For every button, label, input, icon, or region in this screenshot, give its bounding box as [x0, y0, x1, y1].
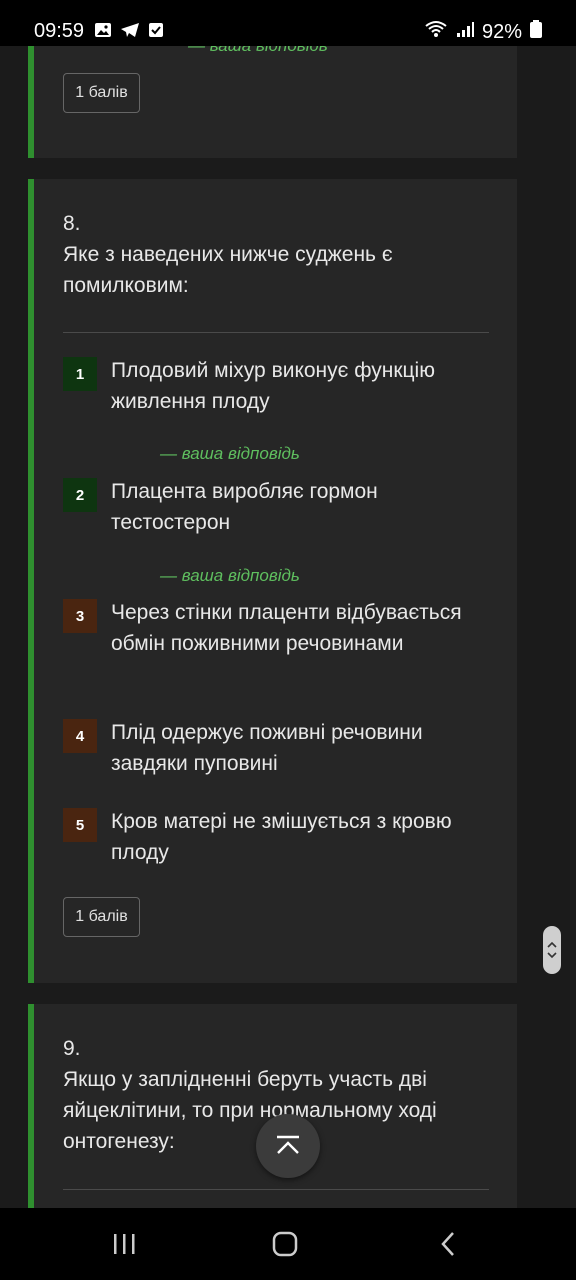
scroll-handle[interactable] — [543, 926, 561, 974]
status-time: 09:59 — [34, 20, 85, 42]
scroll-top-icon — [277, 1135, 299, 1154]
chevron-down-icon — [547, 952, 557, 959]
option-number-badge: 1 — [63, 357, 97, 391]
scroll-to-top-button[interactable] — [256, 1114, 320, 1178]
form-content: — ваша відповідь 1 балів 8. Яке з наведе… — [0, 0, 576, 1208]
question-number: 9. — [63, 1037, 81, 1060]
question-number: 8. — [63, 212, 81, 235]
navigation-bar — [0, 1208, 576, 1280]
status-right: 92% — [424, 20, 542, 44]
signal-icon — [456, 21, 474, 44]
recent-apps-icon — [114, 1234, 135, 1254]
divider — [63, 332, 489, 333]
points-badge[interactable]: 1 балів — [63, 897, 140, 937]
your-answer-label: — ваша відповідь — [160, 444, 300, 463]
recent-apps-button[interactable] — [104, 1226, 144, 1262]
option-number-badge: 3 — [63, 599, 97, 633]
question-card-9: 9. Якщо у заплідненні беруть участь дві … — [28, 1004, 517, 1208]
status-bar: 09:59 92% — [0, 0, 576, 46]
option-number-badge: 2 — [63, 478, 97, 512]
question-text: Яке з наведених нижче суджень є помилков… — [63, 243, 393, 297]
your-answer-label: — ваша відповідь — [160, 566, 300, 585]
home-button[interactable] — [265, 1226, 305, 1262]
points-badge[interactable]: 1 балів — [63, 73, 140, 113]
chevron-up-icon — [547, 941, 557, 948]
option-text: Плацента виробляє гормон тестостерон — [111, 480, 378, 534]
check-box-icon — [148, 22, 164, 43]
wifi-icon — [424, 20, 448, 44]
option-number-badge: 5 — [63, 808, 97, 842]
question-card-8: 8. Яке з наведених нижче суджень є помил… — [28, 179, 517, 983]
telegram-icon — [120, 22, 140, 43]
back-icon — [441, 1232, 454, 1256]
status-notification-icons — [94, 22, 164, 43]
battery-icon — [530, 20, 542, 44]
option-text: Через стінки плаценти відбувається обмін… — [111, 601, 462, 655]
back-button[interactable] — [428, 1226, 468, 1262]
option-text: Плід одержує поживні речовини завдяки пу… — [111, 721, 423, 775]
home-icon — [272, 1231, 298, 1257]
divider — [63, 1189, 489, 1190]
option-number-badge: 4 — [63, 719, 97, 753]
image-icon — [94, 22, 112, 43]
battery-text: 92% — [481, 20, 522, 43]
option-text: Кров матері не змішується з кровю плоду — [111, 810, 452, 864]
option-text: Плодовий міхур виконує функцію живлення … — [111, 359, 435, 413]
